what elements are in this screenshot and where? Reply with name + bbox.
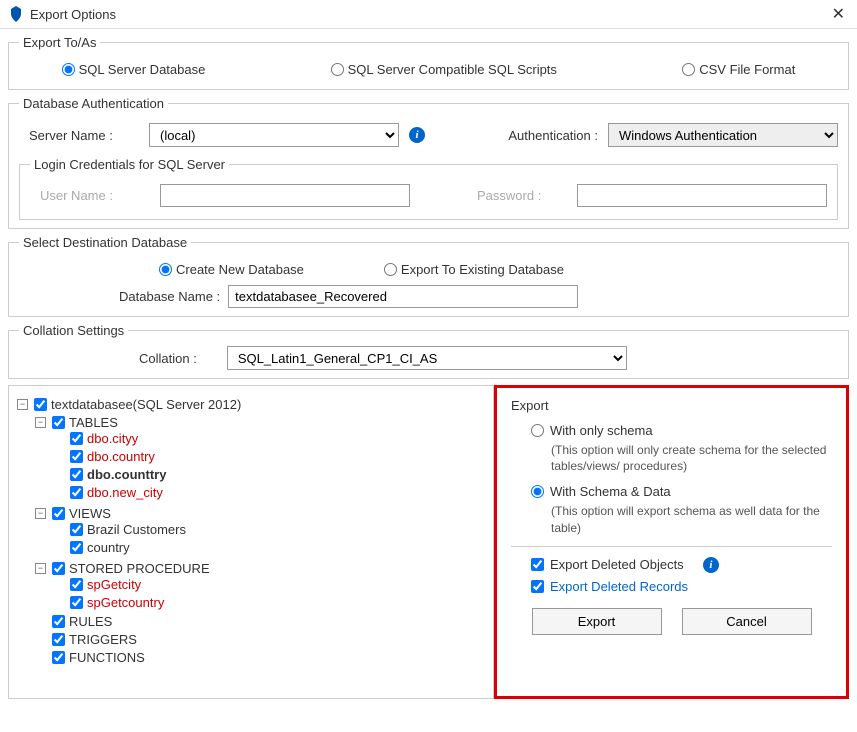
radio-schema-only[interactable]: With only schema — [531, 423, 832, 438]
tree-triggers[interactable]: TRIGGERS — [69, 632, 137, 647]
db-auth-fieldset: Database Authentication Server Name : (l… — [8, 96, 849, 229]
password-label: Password : — [477, 188, 567, 203]
password-input — [577, 184, 827, 207]
collapse-icon[interactable]: − — [35, 417, 46, 428]
tree-check-tables[interactable] — [52, 416, 65, 429]
tree-item[interactable]: spGetcountry — [87, 595, 164, 610]
app-icon — [8, 6, 24, 22]
window-title: Export Options — [30, 7, 828, 22]
collapse-icon[interactable]: − — [35, 508, 46, 519]
tree-item[interactable]: dbo.country — [87, 449, 155, 464]
export-to-fieldset: Export To/As SQL Server Database SQL Ser… — [8, 35, 849, 90]
separator — [511, 546, 832, 547]
tree-item[interactable]: dbo.cityy — [87, 431, 138, 446]
radio-csv[interactable]: CSV File Format — [682, 62, 795, 77]
info-icon[interactable]: i — [409, 127, 425, 143]
export-heading: Export — [511, 398, 832, 413]
check-deleted-objects[interactable]: Export Deleted Objects i — [531, 557, 832, 573]
export-button[interactable]: Export — [532, 608, 662, 635]
radio-sql-scripts[interactable]: SQL Server Compatible SQL Scripts — [331, 62, 557, 77]
tree-item[interactable]: Brazil Customers — [87, 522, 186, 537]
tree-check[interactable] — [70, 541, 83, 554]
tree-check-views[interactable] — [52, 507, 65, 520]
tree-item[interactable]: country — [87, 540, 130, 555]
db-name-label: Database Name : — [119, 289, 220, 304]
radio-sql-server-db[interactable]: SQL Server Database — [62, 62, 206, 77]
tree-root[interactable]: textdatabasee(SQL Server 2012) — [51, 397, 241, 412]
tree-views[interactable]: VIEWS — [69, 506, 111, 521]
dest-db-fieldset: Select Destination Database Create New D… — [8, 235, 849, 317]
tree-check[interactable] — [70, 523, 83, 536]
tree-check[interactable] — [70, 450, 83, 463]
tree-functions[interactable]: FUNCTIONS — [69, 650, 145, 665]
tree-check[interactable] — [52, 633, 65, 646]
username-input — [160, 184, 410, 207]
tree-rules[interactable]: RULES — [69, 614, 112, 629]
close-button[interactable]: ✕ — [828, 4, 849, 24]
tree-check[interactable] — [70, 468, 83, 481]
server-name-select[interactable]: (local) — [149, 123, 399, 147]
tree-item[interactable]: dbo.counttry — [87, 467, 166, 482]
tree-check[interactable] — [70, 596, 83, 609]
radio-existing-db[interactable]: Export To Existing Database — [384, 262, 564, 277]
tree-check[interactable] — [52, 615, 65, 628]
collapse-icon[interactable]: − — [35, 563, 46, 574]
collation-legend: Collation Settings — [19, 323, 128, 338]
tree-panel[interactable]: −textdatabasee(SQL Server 2012) −TABLES … — [8, 385, 494, 699]
tree-sp[interactable]: STORED PROCEDURE — [69, 561, 210, 576]
auth-select[interactable]: Windows Authentication — [608, 123, 838, 147]
tree-check[interactable] — [70, 486, 83, 499]
username-label: User Name : — [30, 188, 150, 203]
check-deleted-records[interactable]: Export Deleted Records — [531, 579, 832, 594]
dest-db-legend: Select Destination Database — [19, 235, 191, 250]
tree-check[interactable] — [70, 432, 83, 445]
collapse-icon[interactable]: − — [17, 399, 28, 410]
collation-fieldset: Collation Settings Collation : SQL_Latin… — [8, 323, 849, 379]
db-auth-legend: Database Authentication — [19, 96, 168, 111]
export-to-legend: Export To/As — [19, 35, 100, 50]
collation-select[interactable]: SQL_Latin1_General_CP1_CI_AS — [227, 346, 627, 370]
tree-item[interactable]: spGetcity — [87, 577, 141, 592]
desc-schema-data: (This option will export schema as well … — [551, 503, 832, 535]
export-panel: Export With only schema (This option wil… — [494, 385, 849, 699]
server-name-label: Server Name : — [19, 128, 139, 143]
auth-label: Authentication : — [508, 128, 598, 143]
tree-check[interactable] — [52, 651, 65, 664]
desc-schema-only: (This option will only create schema for… — [551, 442, 832, 474]
tree-tables[interactable]: TABLES — [69, 415, 118, 430]
tree-check[interactable] — [70, 578, 83, 591]
radio-create-db[interactable]: Create New Database — [159, 262, 304, 277]
login-legend: Login Credentials for SQL Server — [30, 157, 229, 172]
tree-check-sp[interactable] — [52, 562, 65, 575]
collation-label: Collation : — [139, 351, 197, 366]
tree-item[interactable]: dbo.new_city — [87, 485, 163, 500]
radio-schema-data[interactable]: With Schema & Data — [531, 484, 832, 499]
cancel-button[interactable]: Cancel — [682, 608, 812, 635]
info-icon[interactable]: i — [703, 557, 719, 573]
db-name-input[interactable] — [228, 285, 578, 308]
tree-check-root[interactable] — [34, 398, 47, 411]
login-fieldset: Login Credentials for SQL Server User Na… — [19, 157, 838, 220]
